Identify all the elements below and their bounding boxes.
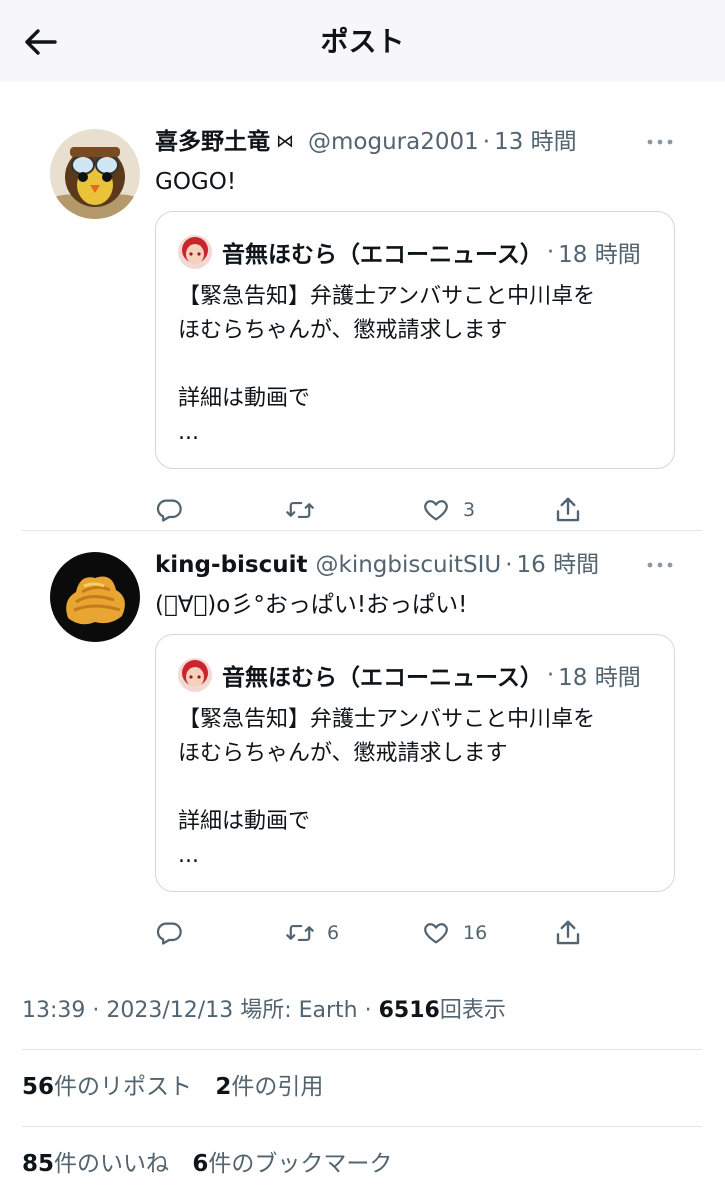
divider [22,1049,702,1050]
likes-label: 件のいいね [54,1151,170,1177]
like-button[interactable]: 16 [421,916,487,950]
separator: · [92,998,100,1023]
display-name[interactable]: 喜多野土竜 [155,125,270,159]
quote-line: ほむらちゃんが、懲戒請求します [178,318,508,343]
separator: · [505,552,513,578]
reply-button[interactable] [155,493,195,527]
quote-avatar [178,658,212,692]
share-icon [556,497,580,522]
retweet-button[interactable]: 6 [285,916,339,950]
share-button[interactable] [553,493,583,527]
like-button[interactable]: 3 [421,493,475,527]
action-bar: 3 [155,493,615,527]
quote-avatar [178,235,212,269]
separator: · [364,998,372,1023]
post-header: king-biscuit @kingbiscuitSIU · 16 時間 [155,548,599,582]
user-handle[interactable]: @mogura2001 [308,125,479,159]
separator: · [546,239,555,265]
views-count: 6516 [378,998,440,1023]
separator: · [482,129,491,155]
quotes-count: 2 [215,1074,232,1100]
bookmarks-count: 6 [192,1151,209,1177]
like-icon [424,923,448,944]
quote-time: 18 時間 [558,665,641,691]
views-label: 回表示 [439,998,506,1023]
like-icon [424,500,448,521]
quoted-post[interactable]: 音無ほむら（エコーニュース） · 18 時間 【緊急告知】弁護士アンバサこと中川… [155,211,675,469]
post-location: 場所: Earth [240,998,358,1023]
stats-row-reposts: 56件のリポスト 2件の引用 [22,1070,323,1104]
separator: · [546,662,555,688]
quote-line: 【緊急告知】弁護士アンバサこと中川卓を [178,284,596,309]
quote-line [178,348,595,382]
reply-button[interactable] [155,916,195,950]
likes-count: 85 [22,1151,55,1177]
quote-line: ほむらちゃんが、懲戒請求します [178,741,508,766]
avatar[interactable] [50,552,140,642]
action-bar: 6 16 [155,916,615,950]
quote-display-name: 音無ほむら（エコーニュース） [222,242,543,268]
quote-line: ... [178,843,199,868]
badge-icon: ⋈ [276,131,294,152]
quoted-post[interactable]: 音無ほむら（エコーニュース） · 18 時間 【緊急告知】弁護士アンバサこと中川… [155,634,675,892]
post-header: 喜多野土竜 ⋈ @mogura2001 · 13 時間 [155,125,577,159]
quote-line [178,771,595,805]
post-timestamp[interactable]: 13:39 [22,998,85,1023]
quotes-label: 件の引用 [231,1074,324,1100]
user-handle[interactable]: @kingbiscuitSIU [316,548,502,582]
post-text: (ﾟ∀ﾟ)o彡°おっぱい!おっぱい! [155,592,468,618]
quote-header: 音無ほむら（エコーニュース） · 18 時間 [178,657,641,693]
post-time[interactable]: 16 時間 [517,548,600,582]
more-icon[interactable] [640,548,680,582]
retweet-icon [286,924,314,942]
quote-line: 【緊急告知】弁護士アンバサこと中川卓を [178,707,596,732]
quote-time: 18 時間 [558,242,641,268]
reply-icon [156,499,182,522]
share-icon [556,920,580,945]
divider [22,530,702,531]
like-count: 16 [463,922,488,944]
post-time[interactable]: 13 時間 [494,125,577,159]
retweet-count: 6 [327,922,340,944]
reply-icon [156,922,182,945]
reposts-label: 件のリポスト [54,1074,193,1100]
retweet-button[interactable] [285,493,327,527]
stats-row-likes: 85件のいいね 6件のブックマーク [22,1147,392,1181]
divider [22,1126,702,1127]
reposts-count: 56 [22,1074,55,1100]
bookmarks-stat[interactable]: 6件のブックマーク [192,1151,392,1177]
quote-line: 詳細は動画で [178,809,311,834]
quote-display-name: 音無ほむら（エコーニュース） [222,665,543,691]
like-count: 3 [463,499,476,521]
quote-header: 音無ほむら（エコーニュース） · 18 時間 [178,234,641,270]
display-name[interactable]: king-biscuit [155,548,308,582]
post-meta: 13:39 · 2023/12/13 場所: Earth · 6516回表示 [22,995,506,1027]
quote-text: 【緊急告知】弁護士アンバサこと中川卓を ほむらちゃんが、懲戒請求します 詳細は動… [178,703,595,873]
top-bar: ポスト [0,0,725,82]
share-button[interactable] [553,916,583,950]
avatar[interactable] [50,129,140,219]
reposts-stat[interactable]: 56件のリポスト [22,1074,192,1100]
more-icon[interactable] [640,125,680,159]
post-text: GOGO! [155,169,237,195]
quote-text: 【緊急告知】弁護士アンバサこと中川卓を ほむらちゃんが、懲戒請求します 詳細は動… [178,280,595,450]
quotes-stat[interactable]: 2件の引用 [215,1074,323,1100]
bookmarks-label: 件のブックマーク [208,1151,393,1177]
quote-line: ... [178,420,199,445]
page-title: ポスト [320,25,405,58]
likes-stat[interactable]: 85件のいいね [22,1151,169,1177]
retweet-icon [286,501,314,519]
post-date[interactable]: 2023/12/13 [106,998,233,1023]
quote-line: 詳細は動画で [178,386,311,411]
